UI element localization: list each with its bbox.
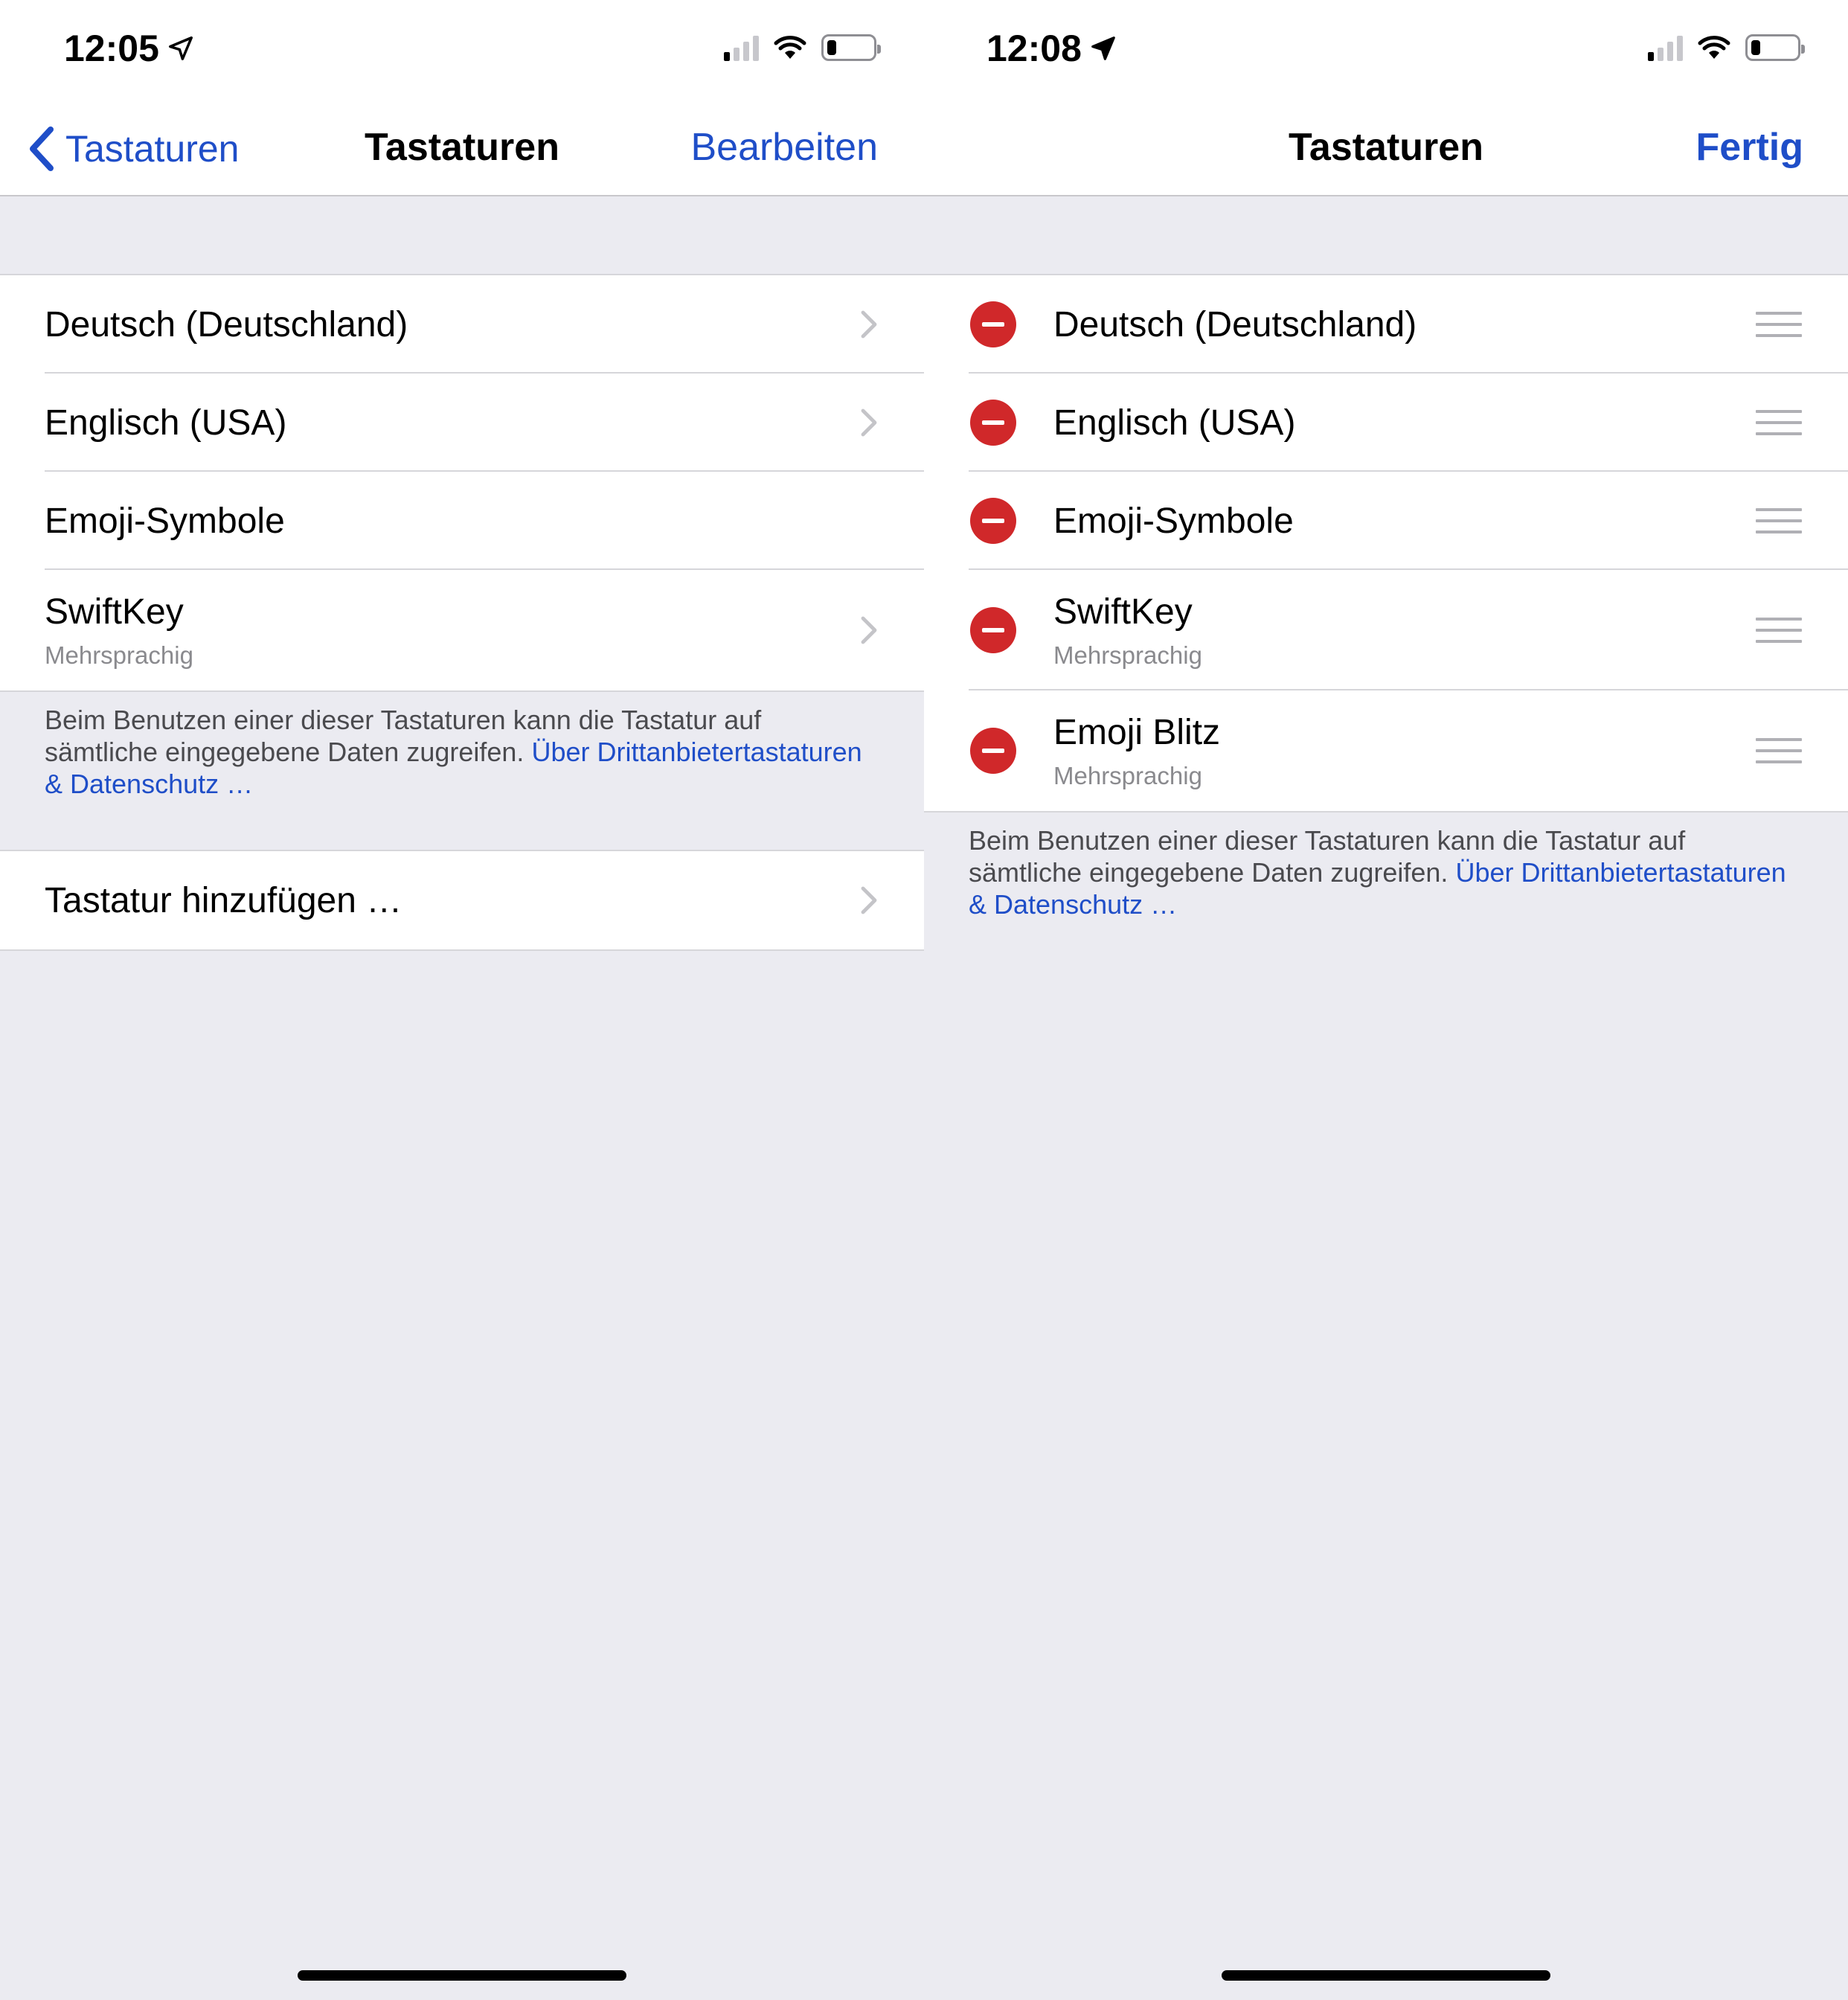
keyboard-row-deutsch[interactable]: Deutsch (Deutschland) xyxy=(0,275,924,374)
battery-icon xyxy=(821,34,881,61)
location-arrow-icon xyxy=(1091,36,1115,60)
keyboard-row-emoji[interactable]: Emoji-Symbole xyxy=(0,472,924,570)
keyboard-list-editable: Deutsch (Deutschland) Englisch (USA) Emo… xyxy=(924,274,1848,812)
keyboard-row-emoji-blitz: Emoji Blitz Mehrsprachig xyxy=(924,690,1848,811)
reorder-handle-icon[interactable] xyxy=(1756,410,1802,435)
keyboard-label-group: Emoji Blitz Mehrsprachig xyxy=(1053,712,1220,790)
reorder-handle-icon[interactable] xyxy=(1756,618,1802,643)
keyboards-screen-edit: 12:08 Tastaturen Fertig Deutsch (Deutsch… xyxy=(924,0,1848,2000)
chevron-right-icon xyxy=(861,310,877,339)
reorder-handle-icon[interactable] xyxy=(1756,738,1802,763)
keyboard-list: Deutsch (Deutschland) Englisch (USA) Emo… xyxy=(0,274,924,692)
delete-minus-icon[interactable] xyxy=(970,400,1016,446)
screenshot-pair: 12:05 Tastaturen Tastaturen Bearbeiten D… xyxy=(0,0,1848,2000)
keyboard-label: Emoji-Symbole xyxy=(1053,501,1294,541)
keyboard-sublabel: Mehrsprachig xyxy=(1053,761,1202,789)
keyboard-row-swiftkey: SwiftKey Mehrsprachig xyxy=(924,570,1848,690)
chevron-right-icon xyxy=(861,408,877,437)
add-keyboard-row[interactable]: Tastatur hinzufügen … xyxy=(0,851,924,949)
location-arrow-icon xyxy=(168,36,193,60)
keyboard-sublabel: Mehrsprachig xyxy=(45,641,193,669)
status-icons xyxy=(724,34,881,61)
delete-minus-icon[interactable] xyxy=(970,301,1016,347)
status-bar: 12:08 xyxy=(924,0,1848,98)
keyboard-row-englisch[interactable]: Englisch (USA) xyxy=(0,374,924,472)
edit-button[interactable]: Bearbeiten xyxy=(690,125,878,170)
navigation-bar: Tastaturen Tastaturen Bearbeiten xyxy=(0,98,924,196)
battery-icon xyxy=(1745,34,1805,61)
cellular-signal-icon xyxy=(724,34,759,61)
keyboard-row-emoji: Emoji-Symbole xyxy=(924,472,1848,570)
status-icons xyxy=(1648,34,1805,61)
chevron-right-icon xyxy=(861,616,877,644)
cellular-signal-icon xyxy=(1648,34,1683,61)
wifi-icon xyxy=(1698,36,1730,59)
keyboard-label: Deutsch (Deutschland) xyxy=(1053,304,1417,344)
privacy-footer: Beim Benutzen einer dieser Tastaturen ka… xyxy=(45,704,878,800)
delete-minus-icon[interactable] xyxy=(970,728,1016,774)
keyboard-label: Emoji Blitz xyxy=(1053,712,1221,752)
status-time-text: 12:08 xyxy=(986,28,1082,69)
keyboard-label: SwiftKey xyxy=(45,592,184,632)
status-time: 12:05 xyxy=(64,27,195,70)
delete-minus-icon[interactable] xyxy=(970,498,1016,544)
done-button[interactable]: Fertig xyxy=(1696,125,1803,170)
keyboard-label: Englisch (USA) xyxy=(1053,403,1296,443)
keyboard-label: SwiftKey xyxy=(1053,592,1193,632)
keyboard-row-swiftkey[interactable]: SwiftKey Mehrsprachig xyxy=(0,570,924,690)
keyboard-row-englisch: Englisch (USA) xyxy=(924,374,1848,472)
reorder-handle-icon[interactable] xyxy=(1756,508,1802,533)
keyboard-label-group: SwiftKey Mehrsprachig xyxy=(1053,592,1202,670)
reorder-handle-icon[interactable] xyxy=(1756,312,1802,337)
delete-minus-icon[interactable] xyxy=(970,607,1016,653)
home-indicator[interactable] xyxy=(298,1970,626,1981)
keyboards-screen-view: 12:05 Tastaturen Tastaturen Bearbeiten D… xyxy=(0,0,924,2000)
status-time-text: 12:05 xyxy=(64,28,159,69)
keyboard-label-group: SwiftKey Mehrsprachig xyxy=(45,592,193,670)
add-keyboard-group: Tastatur hinzufügen … xyxy=(0,850,924,951)
status-time: 12:08 xyxy=(986,27,1117,70)
keyboard-label: Deutsch (Deutschland) xyxy=(45,304,408,344)
keyboard-label: Englisch (USA) xyxy=(45,403,287,443)
keyboard-sublabel: Mehrsprachig xyxy=(1053,641,1202,669)
keyboard-row-deutsch: Deutsch (Deutschland) xyxy=(924,275,1848,374)
navigation-bar: Tastaturen Fertig xyxy=(924,98,1848,196)
home-indicator[interactable] xyxy=(1222,1970,1550,1981)
status-bar: 12:05 xyxy=(0,0,924,98)
wifi-icon xyxy=(774,36,806,59)
keyboard-label: Emoji-Symbole xyxy=(45,501,285,541)
privacy-footer: Beim Benutzen einer dieser Tastaturen ka… xyxy=(969,824,1802,920)
chevron-right-icon xyxy=(861,886,877,914)
add-keyboard-label: Tastatur hinzufügen … xyxy=(45,880,402,920)
